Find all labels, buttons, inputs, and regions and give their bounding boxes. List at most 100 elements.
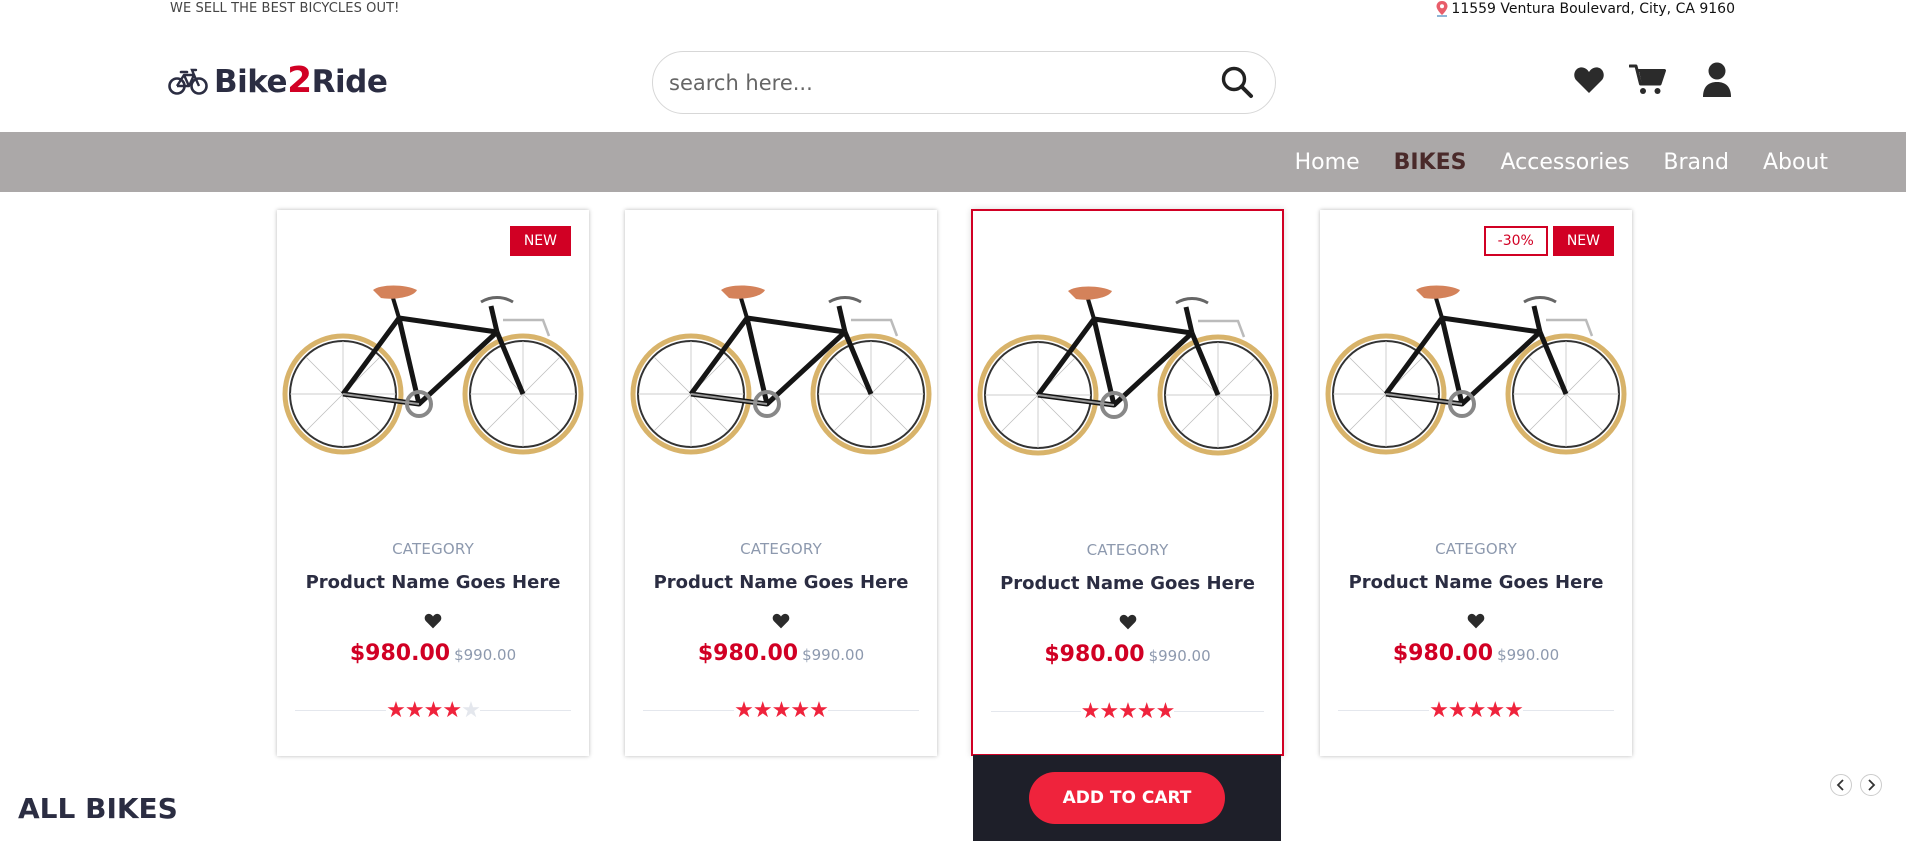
heart-icon: [1119, 614, 1136, 630]
product-badges: NEW: [509, 226, 571, 256]
product-prices: $980.00 $990.00: [973, 642, 1282, 667]
slider-prev-button[interactable]: [1830, 774, 1852, 796]
nav-item-bikes[interactable]: BIKES: [1394, 150, 1467, 175]
add-to-cart-button[interactable]: ADD TO CART: [1029, 772, 1225, 824]
new-badge: NEW: [1552, 226, 1614, 256]
top-bar: WE SELL THE BEST BICYCLES OUT! 11559 Ven…: [0, 0, 1906, 20]
header-actions: [1572, 62, 1732, 98]
main-nav: Home BIKES Accessories Brand About: [0, 132, 1906, 192]
star-icon: ★: [1466, 698, 1486, 723]
star-icon: ★: [1504, 698, 1524, 723]
logo[interactable]: Bike2Ride: [168, 60, 388, 101]
bicycle-product-image: [977, 286, 1278, 456]
product-card-hovered[interactable]: CATEGORY Product Name Goes Here $980.00 $…: [971, 209, 1284, 756]
product-prices: $980.00 $990.00: [277, 641, 589, 666]
product-rating: ★★★★★: [973, 699, 1282, 724]
search-bar: [652, 51, 1276, 114]
tagline: WE SELL THE BEST BICYCLES OUT!: [170, 1, 400, 16]
star-icon: ★: [1155, 699, 1175, 724]
section-title: ALL BIKES: [18, 792, 178, 825]
product-rating: ★★★★★: [1320, 698, 1632, 723]
store-address[interactable]: 11559 Ventura Boulevard, City, CA 9160: [1435, 1, 1735, 17]
slider-nav: [1830, 774, 1882, 796]
map-pin-icon: [1436, 1, 1448, 17]
product-image[interactable]: [625, 210, 937, 522]
new-badge: NEW: [509, 226, 571, 256]
chevron-left-icon: [1836, 779, 1844, 791]
product-info: CATEGORY Product Name Goes Here $980.00 $…: [277, 540, 589, 666]
product-rating: ★★★★★: [277, 698, 589, 723]
product-image[interactable]: [1320, 210, 1632, 522]
product-category: CATEGORY: [1086, 541, 1169, 559]
search-icon: [1221, 66, 1253, 98]
star-icon: ★: [404, 698, 425, 723]
product-category: CATEGORY: [740, 540, 822, 558]
star-icon: ★: [734, 698, 754, 723]
product-prices: $980.00 $990.00: [625, 641, 937, 666]
product-name[interactable]: Product Name Goes Here: [277, 572, 589, 593]
product-card[interactable]: -30% NEW CATEGORY Product Name Goes Here …: [1320, 210, 1632, 756]
product-rating: ★★★★★: [625, 698, 937, 723]
product-old-price: $990.00: [1148, 647, 1211, 665]
add-to-cart-panel: ADD TO CART: [973, 755, 1281, 841]
star-icon: ★: [1447, 698, 1468, 723]
add-to-wishlist-button[interactable]: [625, 613, 937, 635]
nav-item-about[interactable]: About: [1763, 150, 1828, 175]
add-to-wishlist-button[interactable]: [277, 613, 589, 635]
search-input[interactable]: [669, 66, 1189, 100]
slider-next-button[interactable]: [1860, 774, 1882, 796]
chevron-right-icon: [1868, 779, 1876, 791]
sale-badge: -30%: [1483, 226, 1548, 256]
star-icon: ★: [771, 698, 791, 723]
product-category: CATEGORY: [1435, 540, 1517, 558]
product-image[interactable]: [277, 210, 589, 522]
bicycle-product-image: [630, 285, 932, 455]
product-category: CATEGORY: [392, 540, 474, 558]
star-icon: ★: [1429, 698, 1449, 723]
star-icon: ★: [1485, 698, 1505, 723]
product-name[interactable]: Product Name Goes Here: [1320, 572, 1632, 593]
star-icon: ★: [1080, 699, 1100, 724]
star-icon: ★: [1136, 699, 1157, 724]
add-to-wishlist-button[interactable]: [973, 614, 1282, 636]
product-info: CATEGORY Product Name Goes Here $980.00 $…: [625, 540, 937, 666]
product-old-price: $990.00: [802, 646, 865, 664]
wishlist-button[interactable]: [1572, 63, 1606, 97]
star-icon: ★: [752, 698, 773, 723]
star-icon: ★: [442, 698, 462, 723]
product-old-price: $990.00: [454, 646, 517, 664]
product-name[interactable]: Product Name Goes Here: [973, 573, 1282, 594]
bicycle-icon: [168, 68, 208, 95]
brand-name: Bike2Ride: [214, 60, 388, 101]
product-image[interactable]: [973, 211, 1282, 523]
star-icon: ★: [1118, 699, 1138, 724]
account-button[interactable]: [1702, 62, 1732, 98]
product-info: CATEGORY Product Name Goes Here $980.00 $…: [1320, 540, 1632, 666]
cart-button[interactable]: [1628, 63, 1668, 97]
product-price: $980.00: [1044, 642, 1145, 667]
product-badges: -30% NEW: [1483, 226, 1614, 256]
star-icon: ★: [461, 698, 481, 723]
user-icon: [1703, 62, 1731, 97]
product-name[interactable]: Product Name Goes Here: [625, 572, 937, 593]
brand-name-part3: Ride: [311, 64, 388, 100]
product-old-price: $990.00: [1497, 646, 1560, 664]
star-icon: ★: [1099, 699, 1119, 724]
header: Bike2Ride: [0, 20, 1906, 132]
nav-item-brand[interactable]: Brand: [1663, 150, 1729, 175]
search-button[interactable]: [1217, 62, 1257, 102]
heart-icon: [1467, 613, 1485, 629]
star-icon: ★: [809, 698, 829, 723]
product-info: CATEGORY Product Name Goes Here $980.00 $…: [973, 541, 1282, 667]
star-icon: ★: [386, 698, 406, 723]
product-card[interactable]: CATEGORY Product Name Goes Here $980.00 $…: [625, 210, 937, 756]
nav-list: Home BIKES Accessories Brand About: [1295, 132, 1828, 192]
add-to-wishlist-button[interactable]: [1320, 613, 1632, 635]
address-text: 11559 Ventura Boulevard, City, CA 9160: [1451, 1, 1735, 17]
cart-icon: [1629, 64, 1666, 94]
bicycle-product-image: [282, 285, 584, 455]
product-card[interactable]: NEW CATEGORY Product Name Goes Here $980…: [277, 210, 589, 756]
nav-item-home[interactable]: Home: [1295, 150, 1360, 175]
heart-icon: [772, 613, 790, 629]
nav-item-accessories[interactable]: Accessories: [1500, 150, 1629, 175]
